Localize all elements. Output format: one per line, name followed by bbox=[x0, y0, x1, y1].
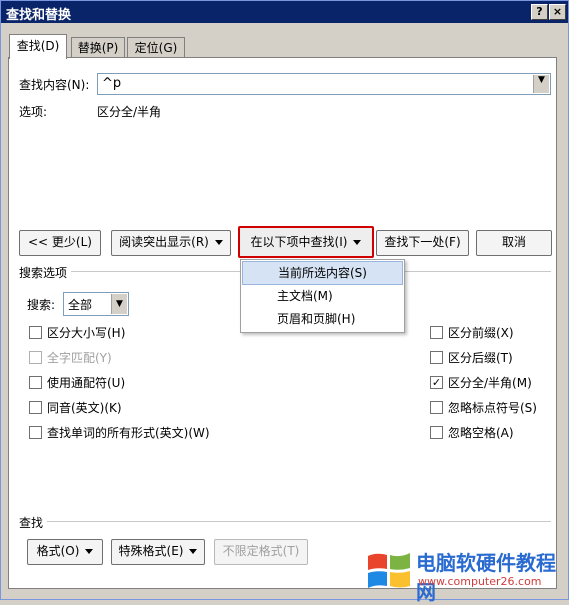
find-in-label: 在以下项中查找(I) bbox=[250, 235, 348, 249]
wildcards-label: 使用通配符(U) bbox=[47, 376, 126, 390]
checkbox-box[interactable] bbox=[29, 401, 42, 414]
less-button[interactable]: << 更少(L) bbox=[19, 230, 101, 256]
checkbox-box[interactable] bbox=[430, 426, 443, 439]
tab-replace[interactable]: 替换(P) bbox=[71, 37, 125, 58]
menu-item-main-document[interactable]: 主文档(M) bbox=[242, 285, 403, 307]
title-bar: 查找和替换 ? × bbox=[1, 1, 568, 23]
match-suffix-checkbox[interactable]: 区分后缀(T) bbox=[430, 349, 513, 366]
tab-find[interactable]: 查找(D) bbox=[9, 34, 67, 59]
checkbox-box[interactable] bbox=[430, 326, 443, 339]
whole-word-checkbox: 全字匹配(Y) bbox=[29, 349, 112, 366]
match-width-checkbox[interactable]: ✓ 区分全/半角(M) bbox=[430, 374, 532, 391]
caret-down-icon bbox=[85, 549, 94, 554]
whole-word-label: 全字匹配(Y) bbox=[47, 351, 112, 365]
reading-highlight-button[interactable]: 阅读突出显示(R) bbox=[111, 230, 231, 256]
match-case-label: 区分大小写(H) bbox=[47, 326, 126, 340]
checkbox-box[interactable] bbox=[29, 326, 42, 339]
ignore-whitespace-label: 忽略空格(A) bbox=[448, 426, 514, 440]
match-prefix-label: 区分前缀(X) bbox=[448, 326, 514, 340]
checkmark-icon: ✓ bbox=[431, 376, 442, 389]
format-label: 格式(O) bbox=[36, 544, 80, 558]
windows-logo-icon bbox=[368, 553, 410, 588]
no-formatting-button: 不限定格式(T) bbox=[214, 539, 308, 565]
match-suffix-label: 区分后缀(T) bbox=[448, 351, 513, 365]
chevron-down-icon[interactable]: ▼ bbox=[111, 294, 127, 314]
checkbox-box[interactable] bbox=[430, 351, 443, 364]
checkbox-box[interactable] bbox=[430, 401, 443, 414]
caret-down-icon bbox=[189, 549, 198, 554]
help-button[interactable]: ? bbox=[531, 4, 548, 20]
search-scope-label: 搜索: bbox=[27, 298, 56, 312]
close-button[interactable]: × bbox=[549, 4, 566, 20]
sounds-like-label: 同音(英文)(K) bbox=[47, 401, 122, 415]
checkbox-box bbox=[29, 351, 42, 364]
find-what-input[interactable]: ^p ▼ bbox=[97, 73, 551, 95]
checkbox-box[interactable] bbox=[29, 426, 42, 439]
find-in-dropdown-menu: 当前所选内容(S) 主文档(M) 页眉和页脚(H) bbox=[240, 259, 405, 333]
ignore-punctuation-checkbox[interactable]: 忽略标点符号(S) bbox=[430, 399, 537, 416]
menu-item-label: 主文档(M) bbox=[277, 289, 333, 303]
match-prefix-checkbox[interactable]: 区分前缀(X) bbox=[430, 324, 514, 341]
menu-item-current-selection[interactable]: 当前所选内容(S) bbox=[242, 261, 403, 285]
menu-item-label: 当前所选内容(S) bbox=[278, 266, 367, 280]
match-width-label: 区分全/半角(M) bbox=[448, 376, 532, 390]
menu-item-label: 页眉和页脚(H) bbox=[277, 312, 356, 326]
menu-item-headers-footers[interactable]: 页眉和页脚(H) bbox=[242, 308, 403, 330]
watermark: 电脑软硬件教程网 www.computer26.com bbox=[362, 545, 567, 604]
watermark-url: www.computer26.com bbox=[418, 575, 542, 588]
match-case-checkbox[interactable]: 区分大小写(H) bbox=[29, 324, 125, 341]
special-button[interactable]: 特殊格式(E) bbox=[111, 539, 205, 565]
chevron-down-icon[interactable]: ▼ bbox=[533, 75, 549, 93]
search-options-heading: 搜索选项 bbox=[19, 266, 68, 280]
format-button[interactable]: 格式(O) bbox=[27, 539, 103, 565]
caret-down-icon bbox=[353, 240, 362, 245]
sounds-like-checkbox[interactable]: 同音(英文)(K) bbox=[29, 399, 122, 416]
ignore-whitespace-checkbox[interactable]: 忽略空格(A) bbox=[430, 424, 514, 441]
reading-highlight-label: 阅读突出显示(R) bbox=[119, 235, 209, 249]
special-label: 特殊格式(E) bbox=[118, 544, 184, 558]
ignore-punctuation-label: 忽略标点符号(S) bbox=[448, 401, 537, 415]
cancel-button[interactable]: 取消 bbox=[476, 230, 552, 256]
search-scope-select[interactable]: 全部 ▼ bbox=[63, 292, 129, 316]
find-next-button[interactable]: 查找下一处(F) bbox=[376, 230, 469, 256]
options-value: 区分全/半角 bbox=[97, 105, 162, 119]
all-word-forms-label: 查找单词的所有形式(英文)(W) bbox=[47, 426, 210, 440]
find-what-value: ^p bbox=[102, 76, 122, 91]
find-in-button[interactable]: 在以下项中查找(I) bbox=[238, 226, 374, 258]
caret-down-icon bbox=[214, 240, 223, 245]
find-what-label: 查找内容(N): bbox=[19, 78, 90, 92]
wildcards-checkbox[interactable]: 使用通配符(U) bbox=[29, 374, 125, 391]
options-label: 选项: bbox=[19, 105, 48, 119]
window-title: 查找和替换 bbox=[6, 8, 72, 23]
search-scope-value: 全部 bbox=[68, 298, 93, 312]
divider bbox=[47, 521, 551, 522]
all-word-forms-checkbox[interactable]: 查找单词的所有形式(英文)(W) bbox=[29, 424, 210, 441]
checkbox-box[interactable] bbox=[29, 376, 42, 389]
find-section-heading: 查找 bbox=[19, 516, 44, 530]
checkbox-box[interactable]: ✓ bbox=[430, 376, 443, 389]
tab-goto[interactable]: 定位(G) bbox=[127, 37, 185, 58]
